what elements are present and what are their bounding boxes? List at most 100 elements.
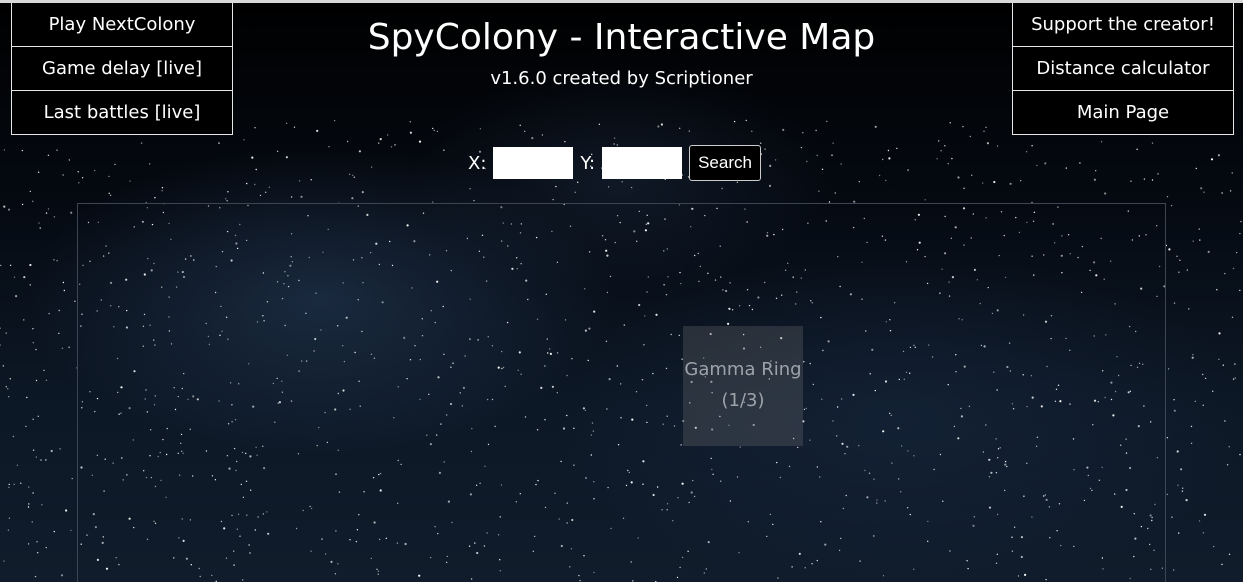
star-dot (29, 284, 31, 286)
page-title: SpyColony - Interactive Map (367, 17, 876, 58)
star-dot (12, 435, 15, 438)
star-dot (35, 456, 37, 458)
star-dot (831, 154, 833, 156)
star-dot (1031, 145, 1033, 147)
star-dot (1200, 187, 1203, 190)
star-dot (48, 312, 50, 315)
star-dot (782, 128, 785, 131)
star-dot (524, 130, 526, 132)
star-dot (29, 190, 31, 193)
star-dot (764, 148, 766, 150)
star-dot (874, 125, 877, 128)
sector-count: (1/3) (721, 390, 765, 411)
star-dot (45, 212, 48, 214)
star-dot (1178, 532, 1180, 534)
main-page-button[interactable]: Main Page (1013, 91, 1233, 135)
star-dot (1239, 232, 1241, 235)
star-dot (8, 396, 10, 398)
star-dot (433, 129, 435, 132)
star-dot (316, 129, 319, 132)
star-dot (751, 130, 753, 132)
star-dot (20, 482, 22, 484)
star-dot (944, 145, 946, 147)
star-dot (2, 365, 4, 367)
star-dot (1199, 239, 1201, 241)
star-dot (887, 149, 890, 152)
star-dot (40, 459, 42, 461)
star-dot (1212, 390, 1214, 392)
star-dot (3, 149, 6, 151)
star-dot (888, 157, 891, 160)
star-dot (62, 281, 65, 284)
star-dot (1240, 220, 1242, 223)
last-battles-button[interactable]: Last battles [live] (12, 91, 232, 135)
star-dot (29, 263, 32, 267)
star-dot (1168, 248, 1171, 251)
star-dot (806, 160, 808, 163)
star-dot (1190, 442, 1193, 444)
search-button[interactable]: Search (689, 145, 761, 181)
star-dot (1100, 141, 1103, 143)
star-dot (265, 191, 267, 193)
star-dot (43, 369, 45, 372)
star-dot (957, 176, 960, 179)
star-dot (1130, 180, 1132, 182)
sector-gamma-ring[interactable]: Gamma Ring (1/3) (683, 326, 803, 446)
star-dot (27, 506, 30, 508)
star-dot (35, 379, 38, 382)
star-dot (1166, 493, 1169, 496)
star-dot (969, 135, 971, 138)
star-dot (1157, 173, 1159, 175)
star-dot (840, 163, 842, 165)
star-dot (816, 154, 818, 157)
star-dot (68, 159, 71, 161)
star-dot (65, 509, 68, 512)
star-dot (1182, 487, 1184, 489)
star-dot (834, 192, 836, 194)
star-dot (285, 122, 288, 125)
star-dot (1192, 240, 1194, 242)
star-dot (37, 171, 40, 173)
star-dot (37, 552, 39, 554)
star-dot (378, 142, 380, 144)
star-dot (1095, 170, 1097, 172)
x-coordinate-input[interactable] (493, 147, 574, 179)
star-dot (1186, 269, 1189, 271)
star-dot (9, 378, 11, 380)
x-label: X: (468, 152, 487, 174)
star-dot (1190, 425, 1193, 428)
star-dot (353, 176, 355, 178)
star-dot (858, 181, 860, 183)
star-dot (45, 379, 48, 381)
star-dot (32, 200, 34, 202)
star-dot (328, 146, 330, 148)
star-dot (68, 346, 70, 348)
star-dot (1188, 308, 1190, 310)
star-dot (769, 164, 772, 167)
star-dot (986, 142, 990, 145)
star-dot (1239, 289, 1241, 292)
star-dot (1224, 272, 1226, 275)
star-dot (688, 130, 690, 132)
star-dot (443, 149, 445, 151)
star-dot (8, 517, 11, 519)
star-dot (1221, 563, 1223, 566)
star-dot (47, 154, 50, 156)
star-dot (1167, 368, 1170, 370)
interactive-map[interactable]: Gamma Ring (1/3) (77, 203, 1166, 582)
star-dot (1065, 167, 1068, 169)
star-dot (1231, 172, 1233, 174)
star-dot (802, 132, 804, 134)
star-dot (1195, 167, 1198, 170)
star-dot (26, 396, 28, 399)
star-dot (1178, 271, 1180, 273)
star-dot (218, 142, 220, 144)
star-dot (37, 415, 39, 417)
star-dot (109, 194, 112, 196)
star-dot (821, 168, 824, 170)
star-dot (108, 175, 110, 178)
y-coordinate-input[interactable] (602, 147, 683, 179)
star-dot (81, 177, 84, 179)
star-dot (1173, 569, 1175, 571)
star-dot (32, 328, 34, 330)
